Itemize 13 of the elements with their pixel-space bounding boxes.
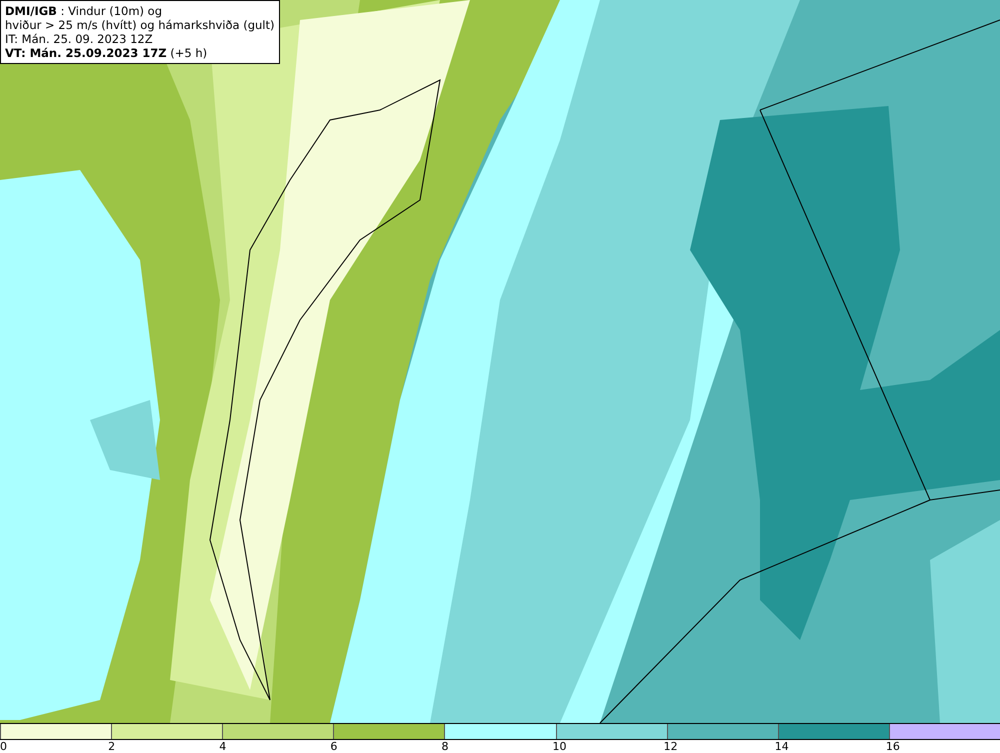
info-text: DMI/IGB : Vindur (10m) og bbox=[5, 4, 164, 18]
scale-label: 0 bbox=[0, 740, 7, 753]
scale-label: 12 bbox=[664, 740, 678, 753]
info-text: VT: Mán. 25.09.2023 17Z (+5 h) bbox=[5, 46, 208, 60]
scale-label: 2 bbox=[108, 740, 116, 753]
scale-label: 8 bbox=[441, 740, 448, 753]
scale-label: 4 bbox=[219, 740, 226, 753]
scale-label: 10 bbox=[552, 740, 567, 753]
info-text: IT: Mán. 25. 09. 2023 12Z bbox=[5, 32, 154, 46]
info-text: hviður > 25 m/s (hvítt) og hámarkshviða (gult) bbox=[5, 18, 274, 32]
scale-label: 6 bbox=[330, 740, 338, 753]
scale-label: 14 bbox=[774, 740, 789, 753]
scale-label: 16 bbox=[886, 740, 900, 753]
